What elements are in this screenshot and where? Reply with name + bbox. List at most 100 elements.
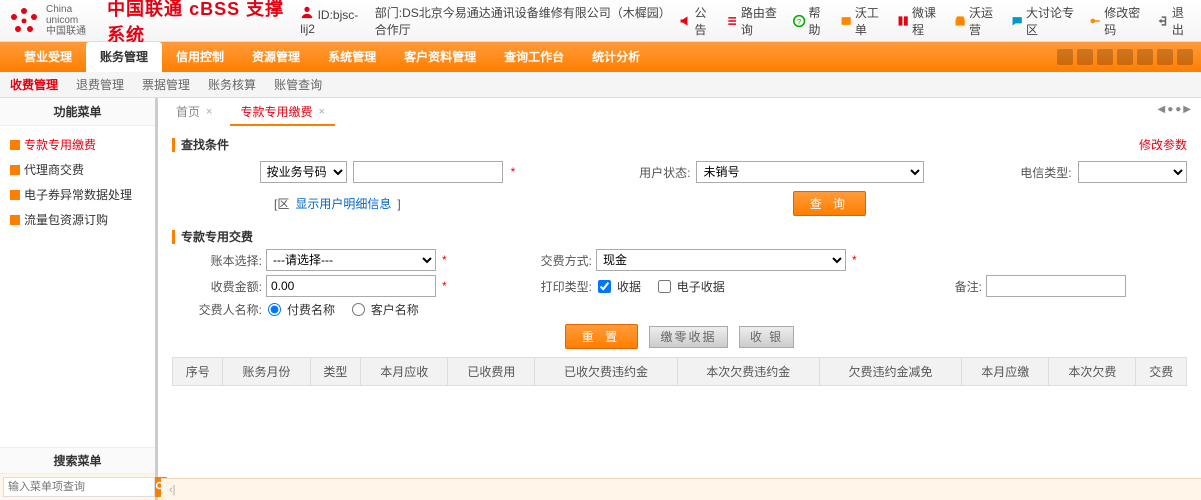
chat-icon (1011, 14, 1023, 28)
acct-select[interactable]: ---请选择--- (266, 249, 436, 271)
telecom-type-label: 电信类型: (990, 164, 1072, 181)
brand-cn: 中国联通 (46, 26, 97, 37)
subnav-2[interactable]: 票据管理 (142, 76, 190, 93)
section-bar-icon (172, 138, 175, 152)
link-logout[interactable]: 退出 (1157, 4, 1193, 38)
folder-icon (10, 215, 20, 225)
th-1: 账务月份 (223, 358, 310, 386)
link-announce[interactable]: 公告 (679, 4, 715, 38)
sidebar-item-1[interactable]: 代理商交费 (4, 157, 151, 182)
footer-strip: ‹| (161, 478, 1201, 500)
print-ereceipt-checkbox[interactable] (658, 280, 671, 293)
nav-item-4[interactable]: 系统管理 (314, 42, 390, 72)
toolbar-icon-4[interactable] (1117, 49, 1133, 65)
route-icon (726, 14, 738, 28)
nav-item-1[interactable]: 账务管理 (86, 42, 162, 72)
payer-name-label: 交费人名称: (172, 301, 262, 318)
charge-button[interactable]: 收 银 (739, 326, 794, 348)
toolbar-icon-1[interactable] (1057, 49, 1073, 65)
reverse-button[interactable]: 缴零收据 (649, 326, 727, 348)
subnav-0[interactable]: 收费管理 (10, 76, 58, 93)
help-icon: ? (793, 14, 805, 28)
ticket-icon (840, 14, 852, 28)
unicom-flower-icon (8, 5, 40, 37)
section-bar-icon (172, 230, 175, 244)
tab-navigator[interactable]: ◀●●▶ (1158, 104, 1193, 115)
modify-params-link[interactable]: 修改参数 (1139, 136, 1187, 153)
section-title-search: 查找条件 (181, 136, 229, 153)
bracket-close: ] (397, 197, 400, 211)
link-microclass[interactable]: 微课程 (897, 4, 944, 38)
megaphone-icon (679, 14, 691, 28)
link-woyy[interactable]: 沃运营 (954, 4, 1001, 38)
sidebar-menu: 专款专用缴费 代理商交费 电子券异常数据处理 流量包资源订购 (0, 126, 155, 447)
sidebar-search-input[interactable] (3, 477, 155, 497)
user-status-select[interactable]: 未销号 (696, 161, 923, 183)
nav-item-3[interactable]: 资源管理 (238, 42, 314, 72)
sidebar-item-2[interactable]: 电子券异常数据处理 (4, 182, 151, 207)
user-dept: 部门:DS北京今易通达通讯设备维修有限公司（木樨园）合作厅 (375, 4, 669, 38)
toolbar-icon-2[interactable] (1077, 49, 1093, 65)
person-icon (300, 5, 314, 19)
nav-item-5[interactable]: 客户资料管理 (390, 42, 490, 72)
payer-radio-cust[interactable] (352, 303, 365, 316)
book-icon (897, 14, 909, 28)
th-8: 本月应缴 (962, 358, 1049, 386)
print-receipt-checkbox[interactable] (598, 280, 611, 293)
link-wogd[interactable]: 沃工单 (840, 4, 887, 38)
tab-payment[interactable]: 专款专用缴费× (230, 99, 334, 126)
section-title-pay: 专款专用交费 (181, 228, 253, 245)
remark-input[interactable] (986, 275, 1126, 297)
telecom-type-select[interactable] (1078, 161, 1187, 183)
key-icon (1089, 14, 1101, 28)
nav-item-6[interactable]: 查询工作台 (490, 42, 578, 72)
payer-radio-pay[interactable] (268, 303, 281, 316)
svg-text:?: ? (797, 17, 801, 26)
subnav-3[interactable]: 账务核算 (208, 76, 256, 93)
amount-input[interactable] (266, 275, 436, 297)
required-icon: * (511, 165, 516, 179)
tab-home[interactable]: 首页× (166, 99, 222, 126)
main-nav: 营业受理 账务管理 信用控制 资源管理 系统管理 客户资料管理 查询工作台 统计… (0, 42, 1201, 72)
remark-label: 备注: (892, 278, 982, 295)
th-6: 本次欠费违约金 (677, 358, 819, 386)
toolbar-icon-5[interactable] (1137, 49, 1153, 65)
search-type-select[interactable]: 按业务号码 (260, 161, 347, 183)
reset-button[interactable]: 重 置 (565, 324, 638, 349)
folder-icon (10, 140, 20, 150)
app-title: 中国联通 cBSS 支撑系统 (107, 0, 300, 47)
bracket-open: [区 (274, 195, 289, 212)
close-icon[interactable]: × (318, 106, 324, 118)
subnav-4[interactable]: 账管查询 (274, 76, 322, 93)
close-icon[interactable]: × (206, 106, 212, 118)
link-help[interactable]: ?帮助 (793, 4, 829, 38)
user-id: ID:bjsc-lij2 (300, 5, 364, 36)
print-type-label: 打印类型: (502, 278, 592, 295)
acct-sel-label: 账本选择: (172, 252, 262, 269)
logout-icon (1157, 14, 1169, 28)
toolbar-icon-3[interactable] (1097, 49, 1113, 65)
folder-icon (10, 190, 20, 200)
pay-method-select[interactable]: 现金 (596, 249, 846, 271)
query-button[interactable]: 查 询 (793, 191, 866, 216)
link-pwd[interactable]: 修改密码 (1089, 4, 1147, 38)
th-9: 本次欠费 (1049, 358, 1136, 386)
th-2: 类型 (310, 358, 360, 386)
toolbar-icon-6[interactable] (1157, 49, 1173, 65)
sidebar-item-0[interactable]: 专款专用缴费 (4, 132, 151, 157)
nav-item-0[interactable]: 营业受理 (10, 42, 86, 72)
sidebar-item-3[interactable]: 流量包资源订购 (4, 207, 151, 232)
th-4: 已收费用 (448, 358, 535, 386)
link-route[interactable]: 路由查询 (726, 4, 784, 38)
search-value-input[interactable] (353, 161, 503, 183)
th-10: 交费 (1136, 358, 1187, 386)
toolbar-icon-7[interactable] (1177, 49, 1193, 65)
subnav-1[interactable]: 退费管理 (76, 76, 124, 93)
show-detail-link[interactable]: 显示用户明细信息 (295, 195, 391, 212)
th-3: 本月应收 (361, 358, 448, 386)
sidebar-search-title: 搜索菜单 (0, 447, 155, 473)
sub-nav: 收费管理 退费管理 票据管理 账务核算 账管查询 (0, 72, 1201, 98)
link-forum[interactable]: 大讨论专区 (1011, 4, 1079, 38)
nav-item-7[interactable]: 统计分析 (578, 42, 654, 72)
nav-item-2[interactable]: 信用控制 (162, 42, 238, 72)
